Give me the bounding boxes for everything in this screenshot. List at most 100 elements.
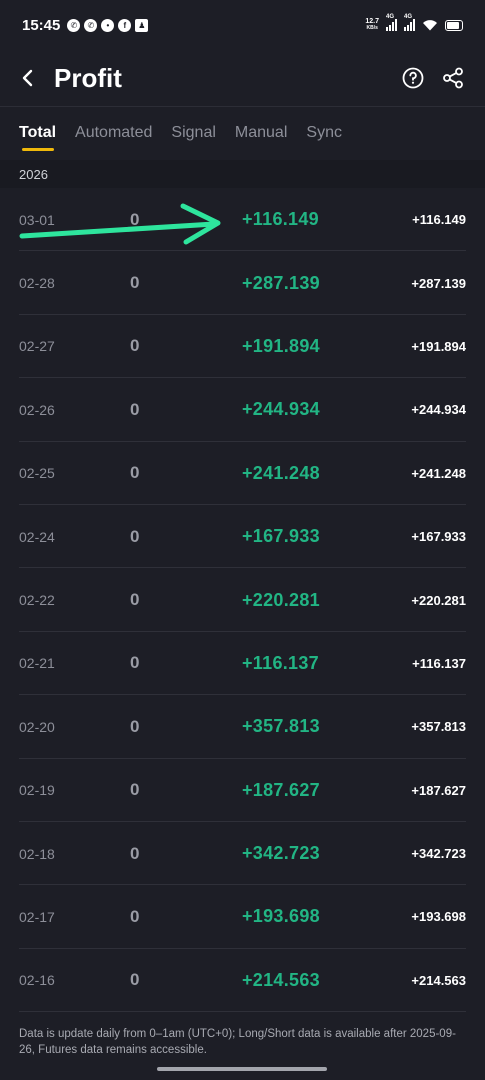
table-row[interactable]: 02-22 0 +220.281 +220.281 bbox=[0, 568, 485, 633]
tab-automated[interactable]: Automated bbox=[75, 107, 152, 159]
row-zero-value: 0 bbox=[130, 463, 140, 483]
system-icons: 12.7 KB/s 4G 4G bbox=[365, 14, 463, 32]
row-date: 02-18 bbox=[19, 845, 55, 862]
table-row[interactable]: 03-01 0 +116.149 +116.149 bbox=[0, 188, 485, 252]
signal-label-2: 4G bbox=[404, 14, 413, 20]
active-tab-indicator bbox=[21, 148, 54, 151]
row-zero-value: 0 bbox=[130, 843, 140, 863]
network-speed: 12.7 KB/s bbox=[365, 18, 379, 32]
row-zero-value: 0 bbox=[130, 970, 140, 990]
whatsapp-business-icon: ✆ bbox=[84, 18, 98, 32]
row-profit: +191.894 bbox=[242, 335, 320, 356]
row-profit: +244.934 bbox=[242, 399, 320, 420]
row-total: +287.139 bbox=[411, 275, 466, 291]
whatsapp-icon: ✆ bbox=[67, 18, 81, 32]
share-icon[interactable] bbox=[441, 66, 465, 90]
row-date: 02-19 bbox=[19, 782, 55, 799]
table-row[interactable]: 02-25 0 +241.248 +241.248 bbox=[0, 442, 485, 506]
row-date: 02-28 bbox=[19, 275, 55, 292]
tab-label: Total bbox=[19, 124, 57, 141]
table-row[interactable]: 02-28 0 +287.139 +287.139 bbox=[0, 251, 485, 316]
table-row[interactable]: 02-27 0 +191.894 +191.894 bbox=[0, 315, 485, 379]
row-profit: +241.248 bbox=[242, 462, 320, 483]
tab-label: Manual bbox=[234, 124, 288, 141]
row-zero-value: 0 bbox=[130, 209, 140, 229]
row-date: 02-21 bbox=[19, 655, 55, 672]
row-total: +116.137 bbox=[412, 655, 466, 671]
table-row[interactable]: 02-24 0 +167.933 +167.933 bbox=[0, 505, 485, 569]
row-zero-value: 0 bbox=[130, 590, 140, 610]
row-date: 02-20 bbox=[19, 718, 55, 735]
battery-icon bbox=[445, 19, 463, 31]
profit-tabs: Total Automated Signal Manual Sync bbox=[0, 107, 485, 159]
row-profit: +116.137 bbox=[242, 652, 319, 673]
row-date: 02-16 bbox=[19, 972, 55, 989]
row-total: +220.281 bbox=[411, 592, 466, 608]
row-profit: +187.627 bbox=[242, 779, 320, 800]
messenger-icon: • bbox=[101, 18, 115, 32]
table-row[interactable]: 02-16 0 +214.563 +214.563 bbox=[0, 949, 485, 1013]
table-row[interactable]: 02-19 0 +187.627 +187.627 bbox=[0, 759, 485, 823]
row-zero-value: 0 bbox=[130, 906, 140, 926]
home-indicator[interactable] bbox=[157, 1067, 327, 1071]
row-total: +191.894 bbox=[411, 338, 466, 354]
row-zero-value: 0 bbox=[130, 526, 140, 546]
row-total: +244.934 bbox=[411, 402, 466, 418]
signal-icon-1: 4G bbox=[386, 14, 397, 31]
question-circle-icon[interactable] bbox=[401, 66, 425, 90]
network-speed-value: 12.7 bbox=[365, 18, 379, 25]
table-row[interactable]: 02-17 0 +193.698 +193.698 bbox=[0, 885, 485, 950]
chevron-left-icon[interactable] bbox=[20, 68, 40, 88]
row-profit: +116.149 bbox=[242, 209, 319, 230]
row-total: +357.813 bbox=[411, 719, 466, 735]
year-section-header: 2026 bbox=[0, 160, 485, 188]
status-time: 15:45 bbox=[22, 16, 61, 34]
row-total: +214.563 bbox=[411, 972, 466, 988]
row-profit: +342.723 bbox=[242, 843, 320, 864]
row-total: +187.627 bbox=[411, 782, 466, 798]
row-date: 02-26 bbox=[19, 401, 55, 418]
row-total: +116.149 bbox=[412, 212, 466, 228]
row-zero-value: 0 bbox=[130, 399, 140, 419]
table-row[interactable]: 02-21 0 +116.137 +116.137 bbox=[0, 632, 485, 696]
page-title: Profit bbox=[54, 62, 122, 93]
row-profit: +357.813 bbox=[242, 716, 320, 737]
row-profit: +214.563 bbox=[242, 969, 320, 990]
tab-signal[interactable]: Signal bbox=[171, 107, 215, 159]
contact-icon: ♟ bbox=[135, 18, 149, 32]
signal-label-1: 4G bbox=[386, 14, 395, 20]
row-date: 03-01 bbox=[19, 211, 55, 228]
wifi-icon bbox=[423, 20, 437, 31]
row-profit: +167.933 bbox=[242, 526, 320, 547]
tab-label: Signal bbox=[171, 124, 216, 141]
profit-list: 03-01 0 +116.149 +116.149 02-28 0 +287.1… bbox=[0, 188, 485, 1013]
row-zero-value: 0 bbox=[130, 336, 140, 356]
row-date: 02-25 bbox=[19, 465, 55, 482]
row-zero-value: 0 bbox=[130, 273, 140, 293]
row-date: 02-22 bbox=[19, 592, 55, 609]
table-row[interactable]: 02-18 0 +342.723 +342.723 bbox=[0, 822, 485, 886]
tab-manual[interactable]: Manual bbox=[235, 107, 287, 159]
tab-total[interactable]: Total bbox=[19, 107, 56, 159]
notification-icons: ✆ ✆ • f ♟ bbox=[67, 18, 149, 32]
row-total: +193.698 bbox=[411, 909, 466, 925]
row-total: +342.723 bbox=[411, 846, 466, 862]
row-profit: +193.698 bbox=[242, 906, 320, 927]
table-row[interactable]: 02-26 0 +244.934 +244.934 bbox=[0, 378, 485, 442]
tab-label: Automated bbox=[75, 124, 153, 141]
tab-label: Sync bbox=[306, 124, 342, 141]
footer-note: Data is update daily from 0–1am (UTC+0);… bbox=[19, 1028, 456, 1056]
row-date: 02-27 bbox=[19, 338, 55, 355]
row-date: 02-17 bbox=[19, 908, 55, 925]
signal-icon-2: 4G bbox=[404, 14, 415, 31]
tab-sync[interactable]: Sync bbox=[306, 107, 342, 159]
network-speed-unit: KB/s bbox=[366, 25, 378, 31]
table-row[interactable]: 02-20 0 +357.813 +357.813 bbox=[0, 695, 485, 759]
row-zero-value: 0 bbox=[130, 716, 140, 736]
row-zero-value: 0 bbox=[130, 653, 140, 673]
row-date: 02-24 bbox=[19, 528, 55, 545]
app-header: Profit bbox=[0, 50, 485, 106]
row-total: +167.933 bbox=[411, 529, 466, 545]
row-profit: +220.281 bbox=[242, 589, 320, 610]
row-zero-value: 0 bbox=[130, 780, 140, 800]
